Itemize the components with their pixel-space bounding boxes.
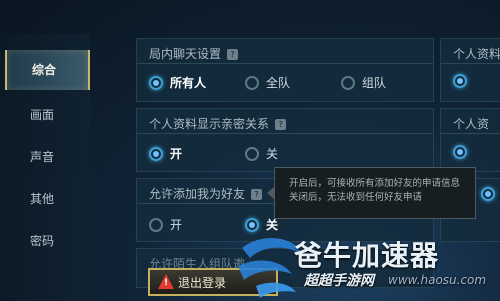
sidebar-item-general[interactable]: 综合	[5, 50, 90, 90]
radio-selected-icon	[149, 146, 163, 161]
radio-everyone[interactable]: 所有人	[149, 74, 206, 91]
tooltip-line-1: 开启后，可接收所有添加好友的申请信息	[289, 178, 461, 189]
help-icon[interactable]: ?	[275, 119, 287, 130]
radio-selected-icon	[453, 74, 467, 88]
radio-unselected-icon	[245, 75, 259, 90]
radio-off[interactable]: 关	[245, 145, 278, 162]
radio-on[interactable]: 开	[149, 145, 182, 162]
watermark-site: 超超手游网	[304, 273, 374, 289]
radio-all-team[interactable]: 全队	[245, 74, 290, 91]
settings-screen: { "sidebar":{"items":[{"label":"综合","act…	[0, 0, 500, 301]
sidebar-item-graphics[interactable]: 画面	[0, 95, 90, 135]
profile-panel-right: 个人资料	[440, 38, 500, 102]
radio-option[interactable]	[453, 145, 474, 159]
radio-option[interactable]	[453, 74, 474, 88]
sidebar-item-sound[interactable]: 声音	[0, 137, 90, 177]
radio-party[interactable]: 组队	[341, 74, 386, 91]
radio-selected-icon	[481, 187, 495, 201]
radio-option[interactable]	[481, 187, 500, 201]
radio-unselected-icon	[245, 146, 259, 161]
radio-on[interactable]: 开	[149, 216, 182, 233]
intimacy-display-panel: 个人资料显示亲密关系? 开 关	[136, 108, 434, 172]
radio-unselected-icon	[149, 217, 163, 232]
logout-label: 退出登录	[178, 275, 227, 290]
help-icon[interactable]: ?	[227, 49, 239, 60]
settings-sidebar: 综合 画面 声音 其他 密码	[0, 34, 90, 301]
section-title: 个人资	[453, 117, 490, 131]
section-title: 允许添加我为好友?	[149, 185, 263, 202]
watermark: 爸牛加速器 超超手游网 www.haosu.com	[232, 230, 500, 301]
section-title: 个人资料显示亲密关系?	[149, 115, 287, 132]
chat-settings-panel: 局内聊天设置? 所有人 全队 组队	[136, 38, 434, 102]
tooltip-arrow	[267, 186, 275, 200]
radio-selected-icon	[453, 145, 467, 159]
help-icon[interactable]: ?	[251, 189, 263, 200]
radio-selected-icon	[149, 75, 163, 90]
sidebar-item-password[interactable]: 密码	[0, 221, 90, 261]
radio-unselected-icon	[341, 75, 355, 90]
watermark-url: www.haosu.com	[388, 273, 487, 287]
section-title: 局内聊天设置?	[149, 45, 239, 62]
section-title: 个人资料	[453, 47, 500, 61]
profile-panel-right-2: 个人资	[440, 108, 500, 172]
warning-icon: !	[158, 274, 174, 289]
sidebar-item-other[interactable]: 其他	[0, 179, 90, 219]
tooltip-line-2: 关闭后，无法收到任何好友申请	[289, 192, 423, 203]
watermark-brand: 爸牛加速器	[294, 239, 440, 272]
help-tooltip: 开启后，可接收所有添加好友的申请信息 关闭后，无法收到任何好友申请	[267, 167, 476, 219]
